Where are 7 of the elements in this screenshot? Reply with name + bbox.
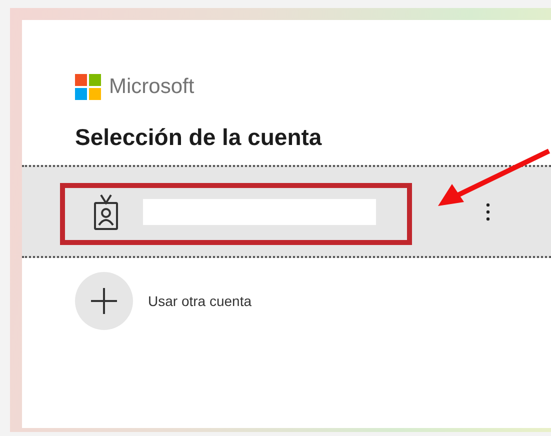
brand-name: Microsoft xyxy=(109,75,194,99)
dialog-title: Selección de la cuenta xyxy=(75,124,323,151)
id-badge-icon xyxy=(93,194,119,230)
four-squares-logo-icon xyxy=(75,74,101,100)
use-other-account-option[interactable]: Usar otra cuenta xyxy=(75,272,252,330)
more-options-icon[interactable] xyxy=(485,202,491,222)
account-tile[interactable] xyxy=(22,165,551,258)
